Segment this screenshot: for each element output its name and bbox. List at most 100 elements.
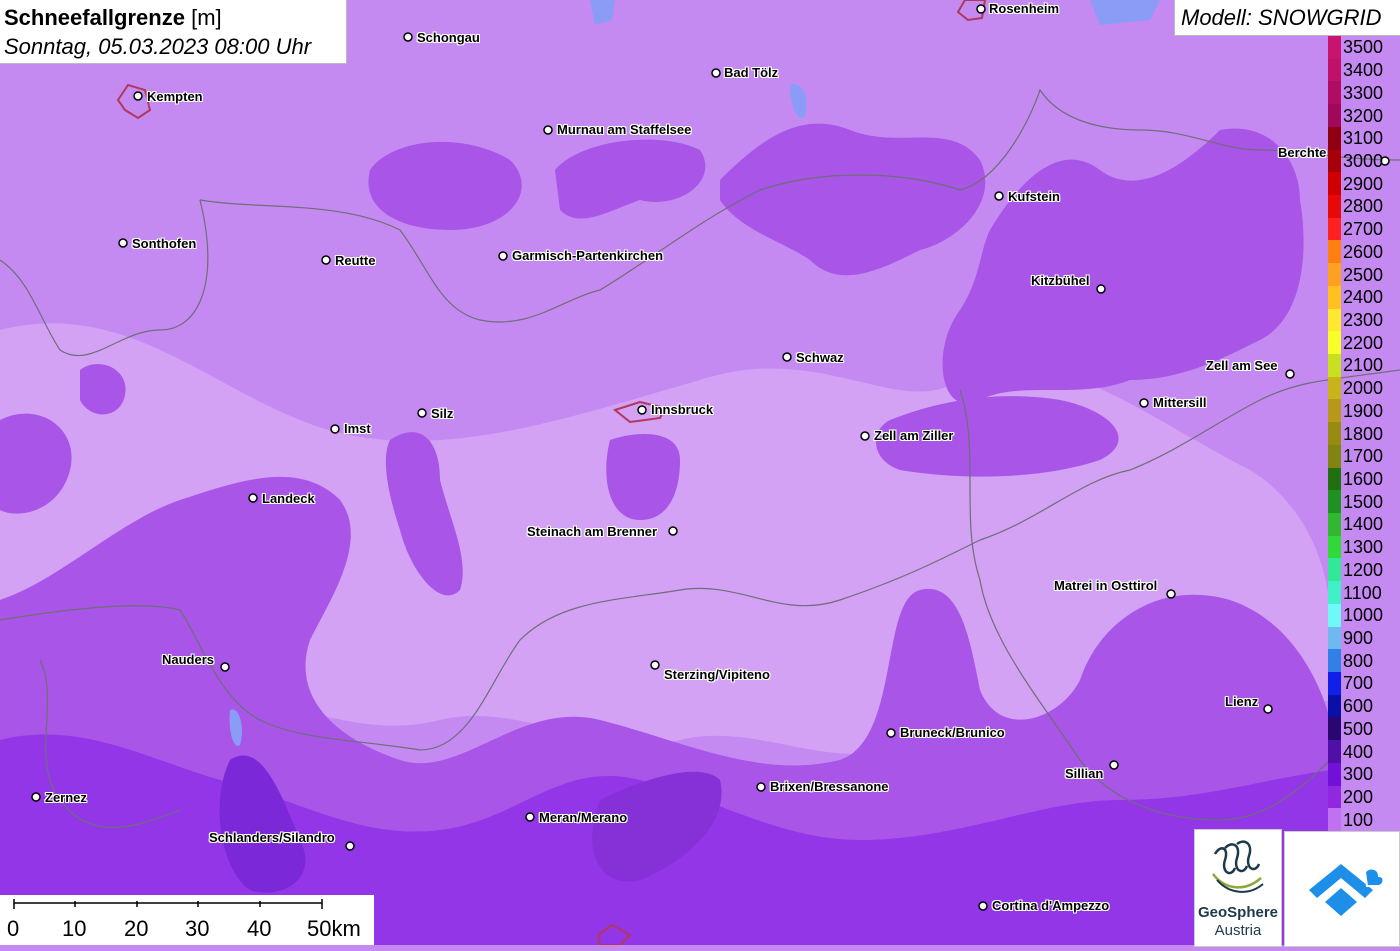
city-label-steinach: Steinach am Brenner [527, 524, 658, 539]
legend-swatch [1328, 58, 1341, 82]
legend-label: 3400 [1343, 60, 1384, 81]
city-marker[interactable] [1109, 760, 1119, 770]
city-marker[interactable] [637, 405, 647, 415]
geosphere-logo[interactable]: GeoSphere Austria [1194, 829, 1282, 947]
legend-label: 300 [1343, 764, 1374, 785]
city-label-berchte: Berchte [1278, 145, 1327, 160]
city-marker[interactable] [133, 91, 143, 101]
legend-label: 1600 [1343, 468, 1384, 489]
legend-swatch [1328, 126, 1341, 151]
city-label-schongau: Schongau [417, 30, 480, 45]
city-label-silz: Silz [431, 406, 454, 421]
city-marker[interactable] [1139, 398, 1149, 408]
legend-label: 1300 [1343, 537, 1384, 558]
legend-swatch [1328, 149, 1341, 173]
legend-swatch [1328, 672, 1341, 696]
city-marker[interactable] [756, 782, 766, 792]
legend-swatch [1328, 104, 1341, 128]
scale-label-40: 40 [247, 916, 272, 941]
legend-swatch [1328, 81, 1341, 105]
city-label-zell-am-ziller: Zell am Ziller [874, 428, 954, 443]
legend-swatch [1328, 535, 1341, 559]
legend-swatch [1328, 240, 1341, 264]
legend-label: 2700 [1343, 219, 1384, 240]
city-label-garmisch: Garmisch-Partenkirchen [512, 248, 664, 263]
legend-swatch [1328, 649, 1341, 673]
legend-swatch [1328, 581, 1341, 605]
city-marker[interactable] [1166, 589, 1176, 599]
legend-swatch [1328, 603, 1341, 628]
legend-swatch [1328, 490, 1341, 514]
legend-swatch [1328, 558, 1341, 582]
map-datetime: Sonntag, 05.03.2023 08:00 Uhr [4, 34, 312, 59]
legend-swatch [1328, 195, 1341, 219]
city-marker[interactable] [330, 424, 340, 434]
map-title: Schneefallgrenze [m] [4, 5, 222, 31]
legend-label: 800 [1343, 650, 1374, 671]
city-marker[interactable] [31, 792, 41, 802]
legend-label: 2400 [1343, 287, 1384, 308]
city-marker[interactable] [650, 660, 660, 670]
city-marker[interactable] [782, 352, 792, 362]
city-marker[interactable] [1263, 704, 1273, 714]
city-marker[interactable] [417, 408, 427, 418]
legend-swatch [1328, 808, 1341, 832]
legend-label: 2900 [1343, 173, 1384, 194]
city-marker[interactable] [976, 4, 986, 14]
city-marker[interactable] [498, 251, 508, 261]
city-label-kitzbuehel: Kitzbühel [1031, 273, 1090, 288]
legend-label: 1400 [1343, 514, 1384, 535]
city-marker[interactable] [345, 841, 355, 851]
city-marker[interactable] [978, 901, 988, 911]
legend-swatch [1328, 444, 1341, 469]
city-label-bad-toelz: Bad Tölz [724, 65, 779, 80]
legend-swatch [1328, 354, 1341, 378]
legend-label: 1700 [1343, 446, 1384, 467]
cloud-house-icon [1309, 864, 1385, 916]
geosphere-swirl-icon [1212, 840, 1264, 893]
city-marker[interactable] [220, 662, 230, 672]
legend-label: 2100 [1343, 355, 1384, 376]
city-label-kufstein: Kufstein [1008, 189, 1060, 204]
legend-label: 400 [1343, 741, 1374, 762]
legend-label: 1500 [1343, 491, 1384, 512]
city-label-brixen: Brixen/Bressanone [770, 779, 889, 794]
legend-label: 2600 [1343, 241, 1384, 262]
city-label-landeck: Landeck [262, 491, 315, 506]
city-marker[interactable] [994, 191, 1004, 201]
legend-label: 1000 [1343, 605, 1384, 626]
legend-label: 100 [1343, 809, 1374, 830]
city-marker[interactable] [543, 125, 553, 135]
city-marker[interactable] [118, 238, 128, 248]
city-marker[interactable] [525, 812, 535, 822]
city-marker[interactable] [886, 728, 896, 738]
legend-label: 2200 [1343, 332, 1384, 353]
legend-label: 1900 [1343, 400, 1384, 421]
city-marker[interactable] [668, 526, 678, 536]
legend-swatch [1328, 626, 1341, 650]
city-marker[interactable] [403, 32, 413, 42]
city-label-cortina: Cortina d'Ampezzo [992, 898, 1110, 913]
city-marker[interactable] [1096, 284, 1106, 294]
legend-swatch [1328, 399, 1341, 423]
city-marker[interactable] [711, 68, 721, 78]
legend-label: 1100 [1343, 582, 1382, 603]
city-marker[interactable] [860, 431, 870, 441]
city-label-murnau: Murnau am Staffelsee [557, 122, 692, 137]
city-label-rosenheim: Rosenheim [989, 1, 1060, 16]
map-canvas[interactable] [0, 0, 1400, 945]
legend-label: 200 [1343, 786, 1374, 807]
city-label-sillian: Sillian [1065, 766, 1104, 781]
scale-label-30: 30 [185, 916, 210, 941]
legend-swatch [1328, 717, 1341, 741]
city-marker[interactable] [321, 255, 331, 265]
cloud-house-logo[interactable] [1284, 831, 1400, 947]
city-label-nauders: Nauders [162, 652, 215, 667]
city-label-zell-am-see: Zell am See [1206, 358, 1278, 373]
city-marker[interactable] [248, 493, 258, 503]
city-marker[interactable] [1285, 369, 1295, 379]
variable-name: Schneefallgrenze [4, 5, 185, 30]
title-box: Schneefallgrenze [m] Sonntag, 05.03.2023… [0, 0, 347, 64]
legend-label: 3300 [1343, 82, 1384, 103]
legend-swatch [1328, 217, 1341, 241]
